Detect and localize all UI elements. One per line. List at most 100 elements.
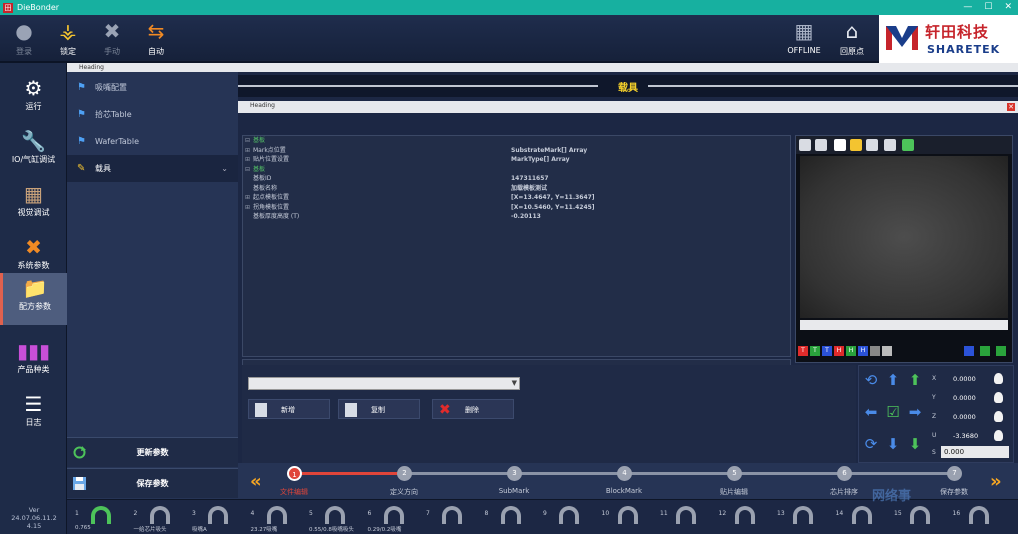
wizard-step-6[interactable]: 6 — [837, 466, 852, 481]
manual-button[interactable]: ✖ 手动 — [92, 19, 132, 57]
wizard-step-2[interactable]: 2 — [397, 466, 412, 481]
edit-icon[interactable] — [996, 346, 1006, 356]
save-params-button[interactable]: 保存参数 — [67, 468, 238, 498]
wizard-step-5[interactable]: 5 — [727, 466, 742, 481]
wizard-step-label[interactable]: 定义方向 — [390, 487, 418, 497]
wizard-step-label[interactable]: 芯片排序 — [830, 487, 858, 497]
property-value[interactable]: -0.20113 — [511, 212, 541, 222]
home-button[interactable]: ⌂ 回原点 — [832, 19, 872, 57]
nozzle-station[interactable]: 9 — [539, 504, 597, 534]
grid-icon[interactable] — [884, 139, 896, 151]
property-row[interactable]: 基板厚度高度 (T) -0.20113 — [243, 212, 790, 222]
property-row[interactable]: ⊞ 拐角模板位置 [X=10.5460, Y=11.4245] — [243, 203, 790, 213]
z-up-icon[interactable]: ⬆ — [907, 372, 923, 388]
record-icon[interactable] — [980, 346, 990, 356]
update-params-button[interactable]: 更新参数 — [67, 437, 238, 467]
wizard-step-label[interactable]: 贴片编辑 — [720, 487, 748, 497]
z-down-icon[interactable]: ⬇ — [907, 436, 923, 452]
property-value[interactable]: [X=13.4647, Y=11.3647] — [511, 193, 595, 203]
auto-button[interactable]: ⇆ 自动 — [136, 19, 176, 57]
property-row[interactable]: ⊟ 基板 — [243, 136, 790, 146]
maximize-button[interactable]: ☐ — [984, 0, 992, 15]
nav-recipe-params[interactable]: 📁 配方参数 — [0, 273, 67, 325]
next-step-button[interactable]: » — [990, 471, 1002, 492]
carrier-select[interactable]: ▼ — [248, 377, 520, 390]
light-bulb-icon[interactable] — [994, 373, 1003, 384]
delete-button[interactable]: ✖ 删除 — [432, 399, 514, 419]
property-row[interactable]: ⊞ 起点模板位置 [X=13.4647, Y=11.3647] — [243, 193, 790, 203]
nozzle-station[interactable]: 2 一给芯片吸头 — [130, 504, 188, 534]
crosshair-icon[interactable] — [834, 139, 846, 151]
nozzle-station[interactable]: 6 0.29/0.2吸嘴 — [364, 504, 422, 534]
new-button[interactable]: 新增 — [248, 399, 330, 419]
nozzle-station[interactable]: 14 — [832, 504, 890, 534]
wizard-step-1[interactable]: 1 — [287, 466, 302, 481]
arrow-up-icon[interactable]: ⬆ — [885, 372, 901, 388]
nav-run[interactable]: ⚙ 运行 — [0, 73, 67, 125]
wizard-step-3[interactable]: 3 — [507, 466, 522, 481]
wizard-step-7[interactable]: 7 — [947, 466, 962, 481]
property-row[interactable]: ⊞ Mark点位置 SubstrateMark[] Array — [243, 146, 790, 156]
property-value[interactable]: [X=10.5460, Y=11.4245] — [511, 203, 595, 213]
light-bulb-icon[interactable] — [994, 430, 1003, 441]
nav-vision-debug[interactable]: ▦ 视觉调试 — [0, 179, 67, 231]
wizard-step-label[interactable]: SubMark — [499, 487, 530, 495]
login-button[interactable]: ● 登录 — [4, 19, 44, 57]
nozzle-station[interactable]: 3 吸嘴A — [188, 504, 246, 534]
image-icon[interactable] — [882, 346, 892, 356]
property-value[interactable]: 加载模板测试 — [511, 184, 547, 194]
nozzle-station[interactable]: 11 — [656, 504, 714, 534]
channel-h1-button[interactable]: H — [834, 346, 844, 356]
nozzle-station[interactable]: 15 — [890, 504, 948, 534]
step-input[interactable]: 0.000 — [941, 446, 1009, 458]
nozzle-station[interactable]: 7 — [422, 504, 480, 534]
nozzle-station[interactable]: 4 23.27吸嘴 — [247, 504, 305, 534]
wizard-step-label[interactable]: 保存参数 — [940, 487, 968, 497]
expander-icon[interactable]: ⊞ — [245, 203, 250, 213]
arrow-down-icon[interactable]: ⬇ — [885, 436, 901, 452]
close-window-button[interactable]: ✕ — [1004, 0, 1012, 15]
light-bulb-icon[interactable] — [994, 411, 1003, 422]
nav-io-debug[interactable]: 🔧 IO/气缸调试 — [0, 126, 67, 178]
offline-button[interactable]: ▦ OFFLINE — [784, 19, 824, 55]
expander-icon[interactable]: ⊞ — [245, 146, 250, 156]
property-value[interactable]: SubstrateMark[] Array — [511, 146, 587, 156]
property-row[interactable]: 基板ID 147311657 — [243, 174, 790, 184]
expander-icon[interactable]: ⊟ — [245, 165, 250, 175]
channel-t1-button[interactable]: T — [798, 346, 808, 356]
expander-icon[interactable]: ⊞ — [245, 155, 250, 165]
channel-t3-button[interactable]: T — [822, 346, 832, 356]
nav-log[interactable]: ☰ 日志 — [0, 389, 67, 441]
property-row[interactable]: ⊞ 贴片位置设置 MarkType[] Array — [243, 155, 790, 165]
channel-h2-button[interactable]: H — [846, 346, 856, 356]
move-icon[interactable] — [902, 139, 914, 151]
light-icon[interactable] — [870, 346, 880, 356]
light-bulb-icon[interactable] — [994, 392, 1003, 403]
expander-icon[interactable]: ⊞ — [245, 193, 250, 203]
property-value[interactable]: MarkType[] Array — [511, 155, 570, 165]
rotate-ccw-icon[interactable]: ⟲ — [863, 372, 879, 388]
nav-product-types[interactable]: ▮▮▮ 产品种类 — [0, 336, 67, 388]
camera-image[interactable] — [800, 156, 1008, 318]
property-value[interactable]: 147311657 — [511, 174, 549, 184]
nozzle-station[interactable]: 10 — [598, 504, 656, 534]
nozzle-station[interactable]: 8 — [481, 504, 539, 534]
property-row[interactable]: ⊟ 基板 — [243, 165, 790, 175]
rotate-cw-icon[interactable]: ⟳ — [863, 436, 879, 452]
minimize-button[interactable]: — — [963, 0, 972, 15]
lock-button[interactable]: ⚶ 锁定 — [48, 19, 88, 57]
nozzle-station[interactable]: 16 — [949, 504, 1007, 534]
subnav-item-wafer-table[interactable]: ⚑ WaferTable — [67, 128, 238, 155]
wizard-step-4[interactable]: 4 — [617, 466, 632, 481]
prev-step-button[interactable]: « — [250, 471, 262, 492]
channel-t2-button[interactable]: T — [810, 346, 820, 356]
nozzle-station[interactable]: 13 — [773, 504, 831, 534]
close-icon[interactable]: ✕ — [1007, 103, 1015, 111]
nozzle-station[interactable]: 12 — [715, 504, 773, 534]
camera-icon[interactable] — [815, 139, 827, 151]
property-row[interactable]: 基板名称 加载模板测试 — [243, 184, 790, 194]
arrow-left-icon[interactable]: ⬅ — [863, 404, 879, 420]
wizard-step-label[interactable]: BlockMark — [606, 487, 642, 495]
nozzle-station[interactable]: 1 0.765 — [71, 504, 129, 534]
open-folder-icon[interactable] — [850, 139, 862, 151]
